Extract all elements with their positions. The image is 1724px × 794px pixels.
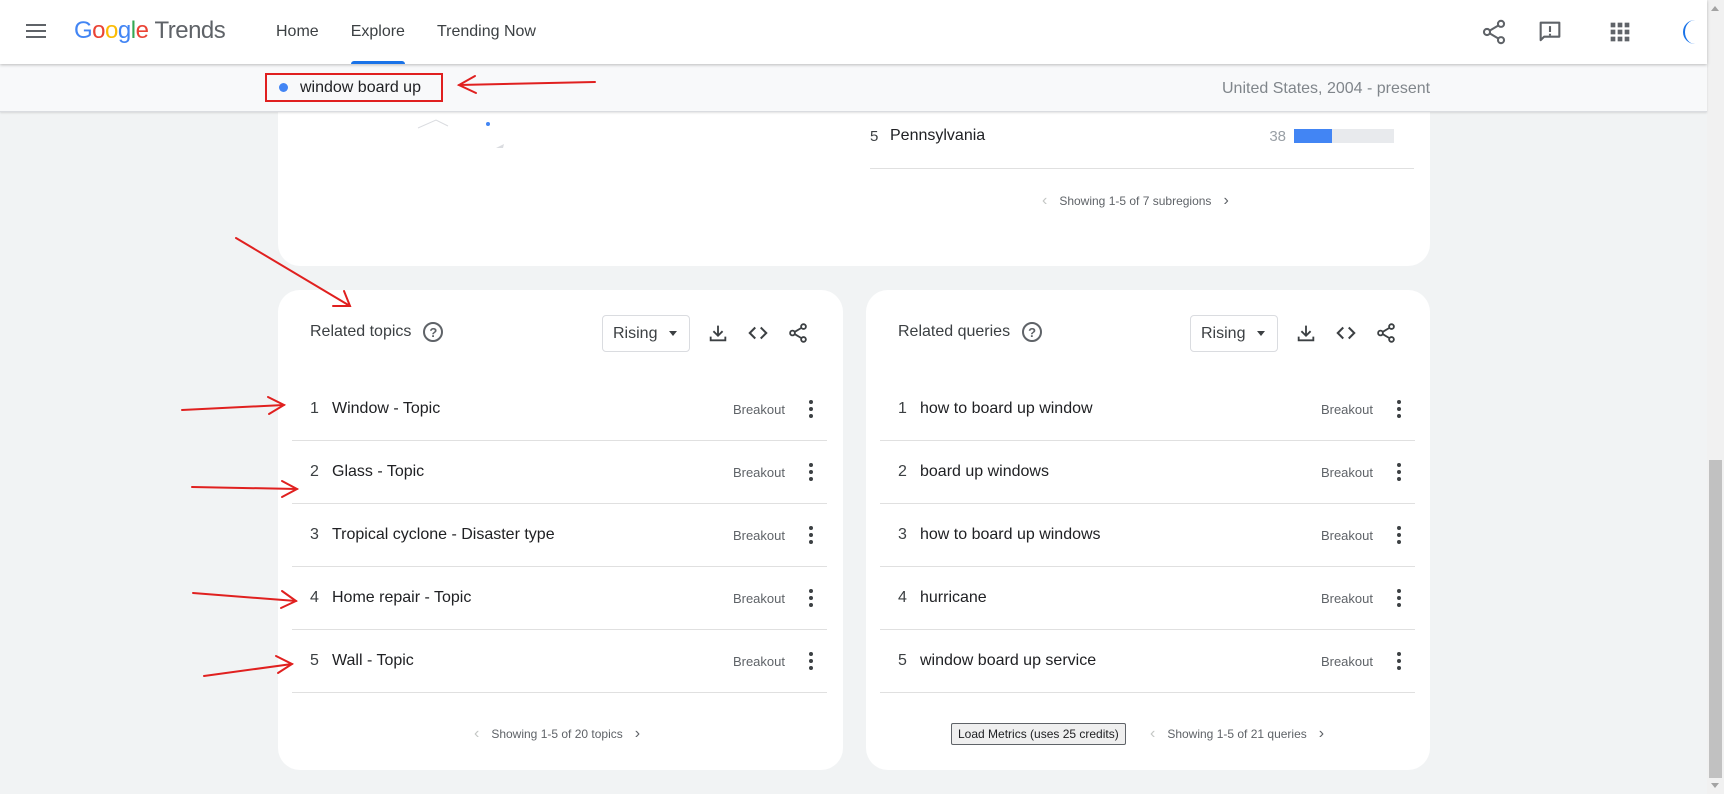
subregion-pager: ‹ Showing 1-5 of 7 subregions › — [1030, 192, 1241, 210]
subregion-rank: 5 — [870, 127, 879, 145]
queries-list: 1 how to board up window Breakout 2 board u… — [880, 378, 1415, 693]
related-queries-title: Related queries ? — [898, 322, 1043, 342]
share-icon[interactable] — [1480, 18, 1508, 46]
list-item[interactable]: 5 Wall - Topic Breakout — [292, 630, 827, 693]
next-page-icon[interactable]: › — [1307, 725, 1336, 743]
region-map-fragment[interactable] — [408, 108, 528, 148]
list-item[interactable]: 4 hurricane Breakout — [880, 567, 1415, 630]
list-item[interactable]: 3 Tropical cyclone - Disaster type Breakou… — [292, 504, 827, 567]
more-options-icon[interactable] — [801, 652, 821, 670]
share-icon[interactable] — [1375, 322, 1397, 344]
queries-pager: ‹ Showing 1-5 of 21 queries › — [1138, 725, 1336, 743]
more-options-icon[interactable] — [801, 526, 821, 544]
topics-list: 1 Window - Topic Breakout 2 Glass - Topic Br… — [292, 378, 827, 693]
prev-page-icon[interactable]: ‹ — [1138, 725, 1167, 743]
dropdown-caret-icon — [669, 331, 678, 336]
help-icon[interactable]: ? — [423, 322, 444, 342]
list-item[interactable]: 2 board up windows Breakout — [880, 441, 1415, 504]
download-icon[interactable] — [1295, 322, 1317, 344]
more-options-icon[interactable] — [1389, 526, 1409, 544]
related-queries-card: Related queries ? Rising 1 how to board u… — [866, 290, 1430, 770]
hamburger-menu-icon[interactable] — [24, 20, 48, 44]
queries-pager-label: Showing 1-5 of 21 queries — [1167, 727, 1307, 741]
topics-pager: ‹ Showing 1-5 of 20 topics › — [462, 725, 652, 743]
prev-page-icon[interactable]: ‹ — [462, 725, 491, 743]
more-options-icon[interactable] — [1389, 400, 1409, 418]
load-metrics-button[interactable]: Load Metrics (uses 25 credits) — [951, 723, 1126, 745]
page-scrollbar[interactable] — [1707, 0, 1724, 794]
scroll-up-arrow-icon[interactable] — [1711, 6, 1719, 11]
search-term-chip[interactable]: window board up — [265, 73, 443, 102]
annotation-arrow — [181, 396, 287, 415]
help-icon[interactable]: ? — [1022, 322, 1043, 342]
list-item[interactable]: 5 window board up service Breakout — [880, 630, 1415, 693]
subregion-name: Pennsylvania — [890, 127, 986, 144]
related-topics-title: Related topics ? — [310, 322, 444, 342]
download-icon[interactable] — [707, 322, 729, 344]
topics-pager-label: Showing 1-5 of 20 topics — [491, 727, 623, 741]
scroll-down-arrow-icon[interactable] — [1711, 783, 1719, 788]
related-topics-card: Related topics ? Rising 1 Window - Topic B… — [278, 290, 843, 770]
list-item[interactable]: 3 how to board up windows Breakout — [880, 504, 1415, 567]
divider — [870, 168, 1414, 169]
apps-grid-icon[interactable] — [1606, 18, 1634, 46]
account-avatar[interactable] — [1683, 20, 1707, 44]
embed-code-icon[interactable] — [1335, 322, 1357, 344]
list-item[interactable]: 2 Glass - Topic Breakout — [292, 441, 827, 504]
subregion-bar-fill — [1294, 129, 1332, 143]
google-trends-logo[interactable]: Google Trends — [74, 17, 226, 45]
subregion-row[interactable]: 5 Pennsylvania 38 — [870, 114, 1410, 158]
more-options-icon[interactable] — [1389, 463, 1409, 481]
nav-home[interactable]: Home — [260, 0, 335, 64]
scrollbar-thumb[interactable] — [1709, 460, 1722, 778]
top-app-bar: Google Trends Home Explore Trending Now — [0, 0, 1707, 64]
share-icon[interactable] — [787, 322, 809, 344]
subregion-value: 38 — [1269, 127, 1286, 145]
list-item[interactable]: 1 how to board up window Breakout — [880, 378, 1415, 441]
feedback-icon[interactable] — [1536, 18, 1564, 46]
next-page-icon[interactable]: › — [1211, 192, 1240, 210]
more-options-icon[interactable] — [1389, 589, 1409, 607]
embed-code-icon[interactable] — [747, 322, 769, 344]
main-nav: Home Explore Trending Now — [260, 0, 552, 64]
search-term-label: window board up — [300, 78, 421, 96]
region-timeframe-label: United States, 2004 - present — [1222, 80, 1431, 97]
next-page-icon[interactable]: › — [623, 725, 652, 743]
queries-filter-dropdown[interactable]: Rising — [1190, 315, 1278, 352]
dropdown-caret-icon — [1257, 331, 1266, 336]
interest-by-subregion-card: 5 Pennsylvania 38 ‹ Showing 1-5 of 7 sub… — [278, 90, 1430, 266]
prev-page-icon[interactable]: ‹ — [1030, 192, 1059, 210]
list-item[interactable]: 4 Home repair - Topic Breakout — [292, 567, 827, 630]
more-options-icon[interactable] — [1389, 652, 1409, 670]
subregion-bar — [1294, 129, 1394, 143]
subregion-pager-label: Showing 1-5 of 7 subregions — [1059, 194, 1212, 208]
list-item[interactable]: 1 Window - Topic Breakout — [292, 378, 827, 441]
nav-trending-now[interactable]: Trending Now — [421, 0, 552, 64]
search-term-bar: window board up United States, 2004 - pr… — [0, 64, 1707, 112]
term-color-dot — [279, 83, 288, 92]
more-options-icon[interactable] — [801, 400, 821, 418]
nav-explore[interactable]: Explore — [335, 0, 421, 64]
more-options-icon[interactable] — [801, 589, 821, 607]
more-options-icon[interactable] — [801, 463, 821, 481]
topics-filter-dropdown[interactable]: Rising — [602, 315, 690, 352]
